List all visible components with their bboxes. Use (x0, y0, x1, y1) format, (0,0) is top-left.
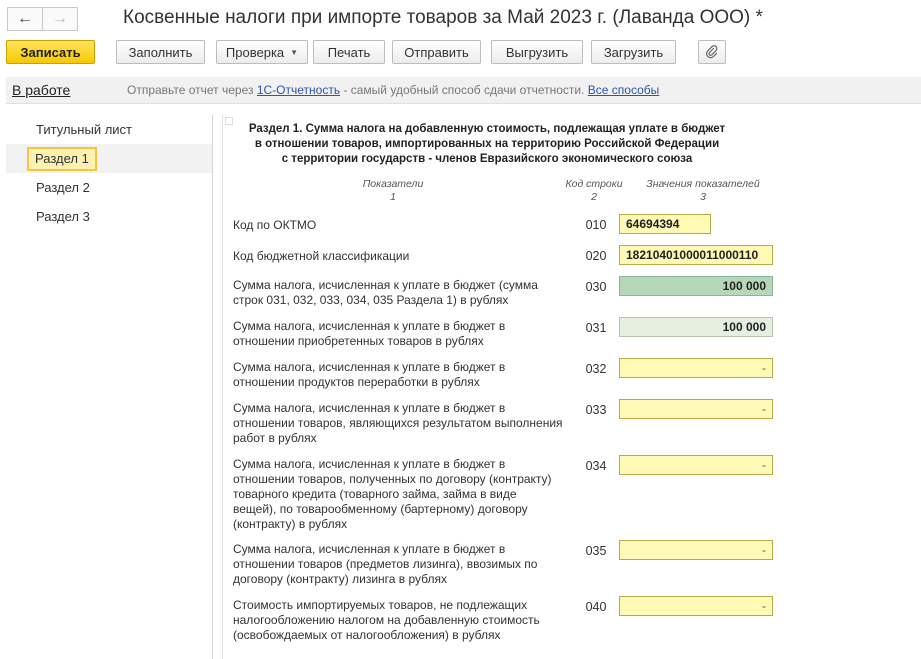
section-title-line: в отношении товаров, импортированных на … (254, 138, 720, 150)
print-button[interactable]: Печать (313, 40, 385, 64)
row-code: 020 (585, 249, 607, 263)
column-header-number: 2 (591, 191, 597, 203)
row-code: 010 (585, 218, 607, 232)
row-code: 030 (585, 280, 607, 294)
import-button[interactable]: Загрузить (591, 40, 676, 64)
line-035-field[interactable]: - (619, 540, 773, 560)
row-label: Сумма налога, исчисленная к уплате в бюд… (233, 542, 538, 586)
row-code: 032 (585, 362, 607, 376)
sidebar-item-label: Раздел 3 (36, 209, 90, 224)
row-label: Сумма налога, исчисленная к уплате в бюд… (233, 319, 506, 348)
column-header-number: 1 (390, 191, 396, 203)
sidebar-item-label: Раздел 2 (36, 180, 90, 195)
dropdown-caret-icon: ▼ (290, 47, 299, 57)
paperclip-icon[interactable] (698, 40, 726, 64)
info-bar: В работе Отправьте отчет через 1С-Отчетн… (6, 77, 921, 104)
check-button-label: Проверка (225, 44, 285, 60)
status-link[interactable]: В работе (12, 82, 70, 98)
section-title: Раздел 1. Сумма налога на добавленную ст… (223, 122, 751, 167)
fill-button[interactable]: Заполнить (116, 40, 205, 64)
row-code: 035 (585, 544, 607, 558)
info-message: Отправьте отчет через 1С-Отчетность - са… (127, 83, 659, 97)
line-033-field[interactable]: - (619, 399, 773, 419)
navigation-buttons: ← → (7, 7, 78, 31)
row-label: Сумма налога, исчисленная к уплате в бюд… (233, 457, 552, 531)
line-030-total-field[interactable]: 100 000 (619, 276, 773, 296)
column-header-indicators: Показатели 1 (343, 178, 443, 204)
row-code: 033 (585, 403, 607, 417)
column-header-values: Значения показателей 3 (633, 178, 773, 204)
section-title-line: с территории государств - членов Евразий… (281, 153, 693, 165)
row-label: Сумма налога, исчисленная к уплате в бюд… (233, 401, 563, 445)
sidebar-item-label: Титульный лист (36, 122, 133, 137)
export-button[interactable]: Выгрузить (491, 40, 583, 64)
sidebar-item-section-3[interactable]: Раздел 3 (6, 202, 212, 231)
row-label: Стоимость импортируемых товаров, не подл… (233, 598, 540, 642)
send-button[interactable]: Отправить (392, 40, 481, 64)
oktmo-field[interactable]: 64694394 (619, 214, 711, 234)
info-text-after: - самый удобный способ сдачи отчетности. (340, 83, 588, 97)
column-header-number: 3 (700, 191, 706, 203)
line-034-field[interactable]: - (619, 455, 773, 475)
row-label: Сумма налога, исчисленная к уплате в бюд… (233, 360, 506, 389)
row-label: Сумма налога, исчисленная к уплате в бюд… (233, 278, 538, 307)
sidebar-item-title-page[interactable]: Титульный лист (6, 115, 212, 144)
row-code: 034 (585, 459, 607, 473)
save-button[interactable]: Записать (6, 40, 95, 64)
row-code: 031 (585, 321, 607, 335)
column-header-code: Код строки 2 (555, 178, 633, 204)
check-dropdown-button[interactable]: Проверка ▼ (216, 40, 308, 64)
kbk-field[interactable]: 18210401000011000110 (619, 245, 773, 265)
column-header-text: Показатели (362, 178, 424, 190)
window-title: Косвенные налоги при импорте товаров за … (123, 7, 763, 28)
column-header-text: Код строки (565, 178, 623, 190)
paperclip-icon-graphic (706, 45, 718, 59)
sidebar-item-label: Раздел 1 (27, 147, 97, 171)
section-title-line: Раздел 1. Сумма налога на добавленную ст… (248, 123, 726, 135)
line-040-field[interactable]: - (619, 596, 773, 616)
report-form: Раздел 1. Сумма налога на добавленную ст… (222, 115, 921, 659)
all-methods-link[interactable]: Все способы (588, 83, 660, 97)
1c-reporting-link[interactable]: 1С-Отчетность (257, 83, 340, 97)
sidebar-item-section-2[interactable]: Раздел 2 (6, 173, 212, 202)
column-header-text: Значения показателей (646, 178, 760, 190)
forward-arrow-icon[interactable]: → (43, 7, 78, 31)
back-arrow-icon[interactable]: ← (7, 7, 43, 31)
row-label: Код по ОКТМО (233, 218, 317, 232)
line-032-field[interactable]: - (619, 358, 773, 378)
line-031-field[interactable]: 100 000 (619, 317, 773, 337)
row-label: Код бюджетной классификации (233, 249, 410, 263)
sections-sidebar: Титульный лист Раздел 1 Раздел 2 Раздел … (6, 115, 213, 659)
sidebar-item-section-1[interactable]: Раздел 1 (6, 144, 212, 173)
info-text-before: Отправьте отчет через (127, 83, 257, 97)
row-code: 040 (585, 600, 607, 614)
